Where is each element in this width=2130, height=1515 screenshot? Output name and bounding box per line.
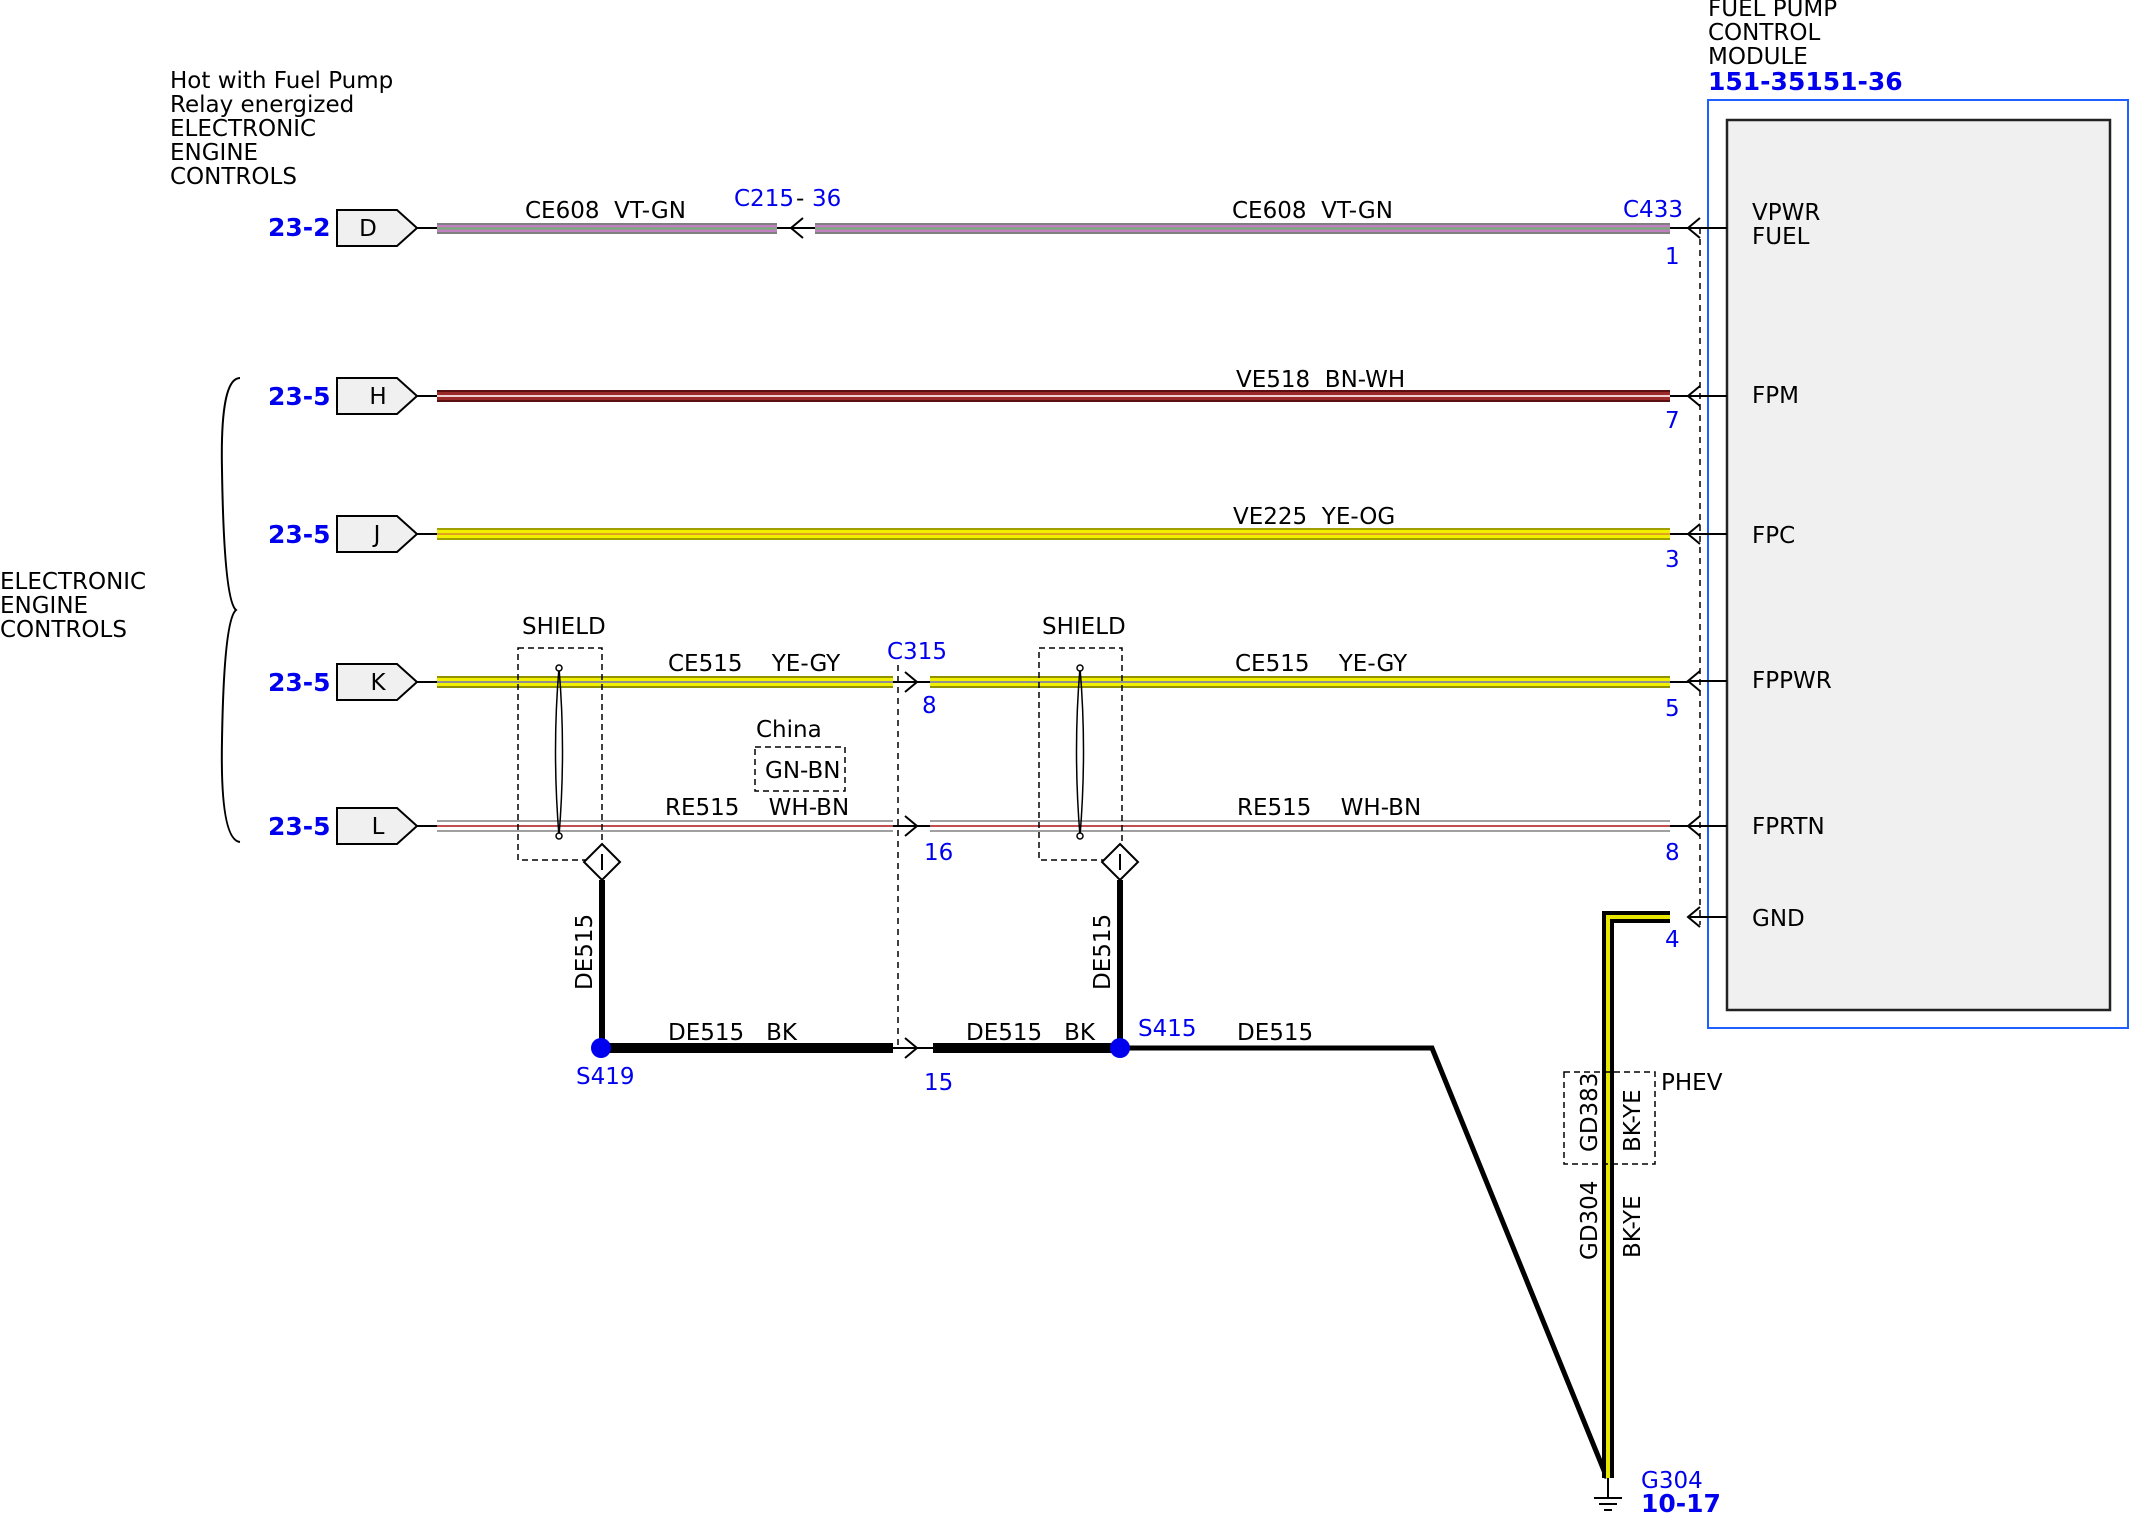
pin-label-fppwr: FPPWR <box>1752 668 1832 694</box>
pin-num-4: 4 <box>1665 927 1680 953</box>
module-body <box>1725 118 2112 1012</box>
wire-label-re515-left: RE515 WH-BN <box>665 795 849 821</box>
page-ref-23-5-k[interactable]: 23-5 <box>268 668 331 697</box>
wire-label-ve225: VE225 YE-OG <box>1233 504 1395 530</box>
wire-label-re515-right: RE515 WH-BN <box>1237 795 1421 821</box>
wire-ce515 <box>437 671 1690 693</box>
pin-label-fpm: FPM <box>1752 383 1799 409</box>
china-option-label: China <box>756 717 822 743</box>
wire-label-ce515-right: CE515 YE-GY <box>1235 651 1408 677</box>
pin-num-1: 1 <box>1665 244 1680 270</box>
gnd-wire-code: GD304 <box>1577 1181 1603 1260</box>
pin-label-fuel: FUEL <box>1752 224 1810 250</box>
pin-num-3: 3 <box>1665 547 1680 573</box>
splice-s415-label: S415 <box>1138 1016 1197 1042</box>
pin-label-fpc: FPC <box>1752 523 1795 549</box>
wire-re515 <box>437 815 1690 837</box>
connector-c215-pin: 36 <box>812 186 841 212</box>
bus-label-mid: DE515 BK <box>966 1020 1096 1046</box>
connector-pin-j: J <box>372 522 381 548</box>
connector-c315-label[interactable]: C315 <box>887 639 947 665</box>
ground-ref-link[interactable]: 10-17 <box>1641 1489 1721 1515</box>
page-ref-23-5-j[interactable]: 23-5 <box>268 520 331 549</box>
connector-pin-h: H <box>369 384 386 410</box>
connector-tab-d[interactable] <box>336 209 419 247</box>
left-note-line-4: ENGINE <box>170 140 258 166</box>
shield-right-label: SHIELD <box>1042 614 1126 640</box>
connector-pin-l: L <box>372 814 385 840</box>
left-note-line-2: Relay energized <box>170 92 354 118</box>
connector-c215[interactable]: C215 - 36 <box>734 186 841 212</box>
group-label-line-1: ELECTRONIC <box>0 569 146 595</box>
module-title: FUEL PUMP CONTROL MODULE 151-35151-36 <box>1708 0 1903 96</box>
drain-label-left: DE515 <box>572 914 598 990</box>
connector-pin-k: K <box>370 670 386 696</box>
connector-c315-pin-8: 8 <box>922 693 937 719</box>
pin-label-gnd: GND <box>1752 906 1805 932</box>
left-note-line-5: CONTROLS <box>170 164 297 190</box>
wire-label-ce608-right: CE608 VT-GN <box>1232 198 1393 224</box>
splice-s419[interactable] <box>591 1038 611 1058</box>
pin-label-vpwr: VPWR <box>1752 200 1820 226</box>
group-label-line-3: CONTROLS <box>0 617 127 643</box>
page-ref-23-5-l[interactable]: 23-5 <box>268 812 331 841</box>
wiring-diagram: Hot with Fuel Pump Relay energized ELECT… <box>0 0 2129 1515</box>
connector-pin-d: D <box>359 216 377 242</box>
module-title-line-1: FUEL PUMP <box>1708 0 1837 22</box>
left-connectors: D H J K L <box>336 209 437 845</box>
connector-c315-pin-16: 16 <box>924 840 953 866</box>
pin-num-7: 7 <box>1665 408 1680 434</box>
phev-note: PHEV <box>1661 1070 1723 1096</box>
shield-left-label: SHIELD <box>522 614 606 640</box>
wire-ve225 <box>437 528 1690 540</box>
connector-c215-label: C215 <box>734 186 794 212</box>
phev-wire-code: GD383 <box>1577 1073 1603 1152</box>
bus-label-left: DE515 BK <box>668 1020 798 1046</box>
left-note: Hot with Fuel Pump Relay energized ELECT… <box>170 68 393 190</box>
page-ref-23-2[interactable]: 23-2 <box>268 213 331 242</box>
pin-label-fprtn: FPRTN <box>1752 814 1825 840</box>
phev-wire-color: BK-YE <box>1620 1089 1646 1152</box>
left-note-line-1: Hot with Fuel Pump <box>170 68 393 94</box>
pin-num-8: 8 <box>1665 840 1680 866</box>
group-label-line-2: ENGINE <box>0 593 88 619</box>
connector-c315-pin-15: 15 <box>924 1070 953 1096</box>
group-brace <box>220 377 241 843</box>
splice-s419-label: S419 <box>576 1064 635 1090</box>
module-ref-link[interactable]: 151-35151-36 <box>1708 67 1903 96</box>
left-group-label: ELECTRONIC ENGINE CONTROLS <box>0 569 146 643</box>
shield-left: SHIELD <box>517 614 622 882</box>
connector-c433-label[interactable]: C433 <box>1623 197 1683 223</box>
bus-label-right: DE515 <box>1237 1020 1313 1046</box>
left-note-line-3: ELECTRONIC <box>170 116 316 142</box>
bus-wire-right <box>1120 1045 1610 1479</box>
drain-label-right: DE515 <box>1090 914 1116 990</box>
ground-symbol-icon <box>1594 1478 1622 1511</box>
splice-s415[interactable] <box>1110 1038 1130 1058</box>
wire-label-ce515-left: CE515 YE-GY <box>668 651 841 677</box>
page-ref-23-5-h[interactable]: 23-5 <box>268 382 331 411</box>
module-title-line-2: CONTROL <box>1708 20 1821 46</box>
wire-label-ce608-left: CE608 VT-GN <box>525 198 686 224</box>
wire-ve518 <box>437 390 1690 402</box>
shield-right: SHIELD <box>1038 614 1140 882</box>
china-option-color: GN-BN <box>765 758 841 784</box>
connector-c215-dash: - <box>796 186 804 212</box>
gnd-wire-color: BK-YE <box>1620 1195 1646 1258</box>
wire-label-ve518: VE518 BN-WH <box>1236 367 1405 393</box>
pin-num-5: 5 <box>1665 696 1680 722</box>
